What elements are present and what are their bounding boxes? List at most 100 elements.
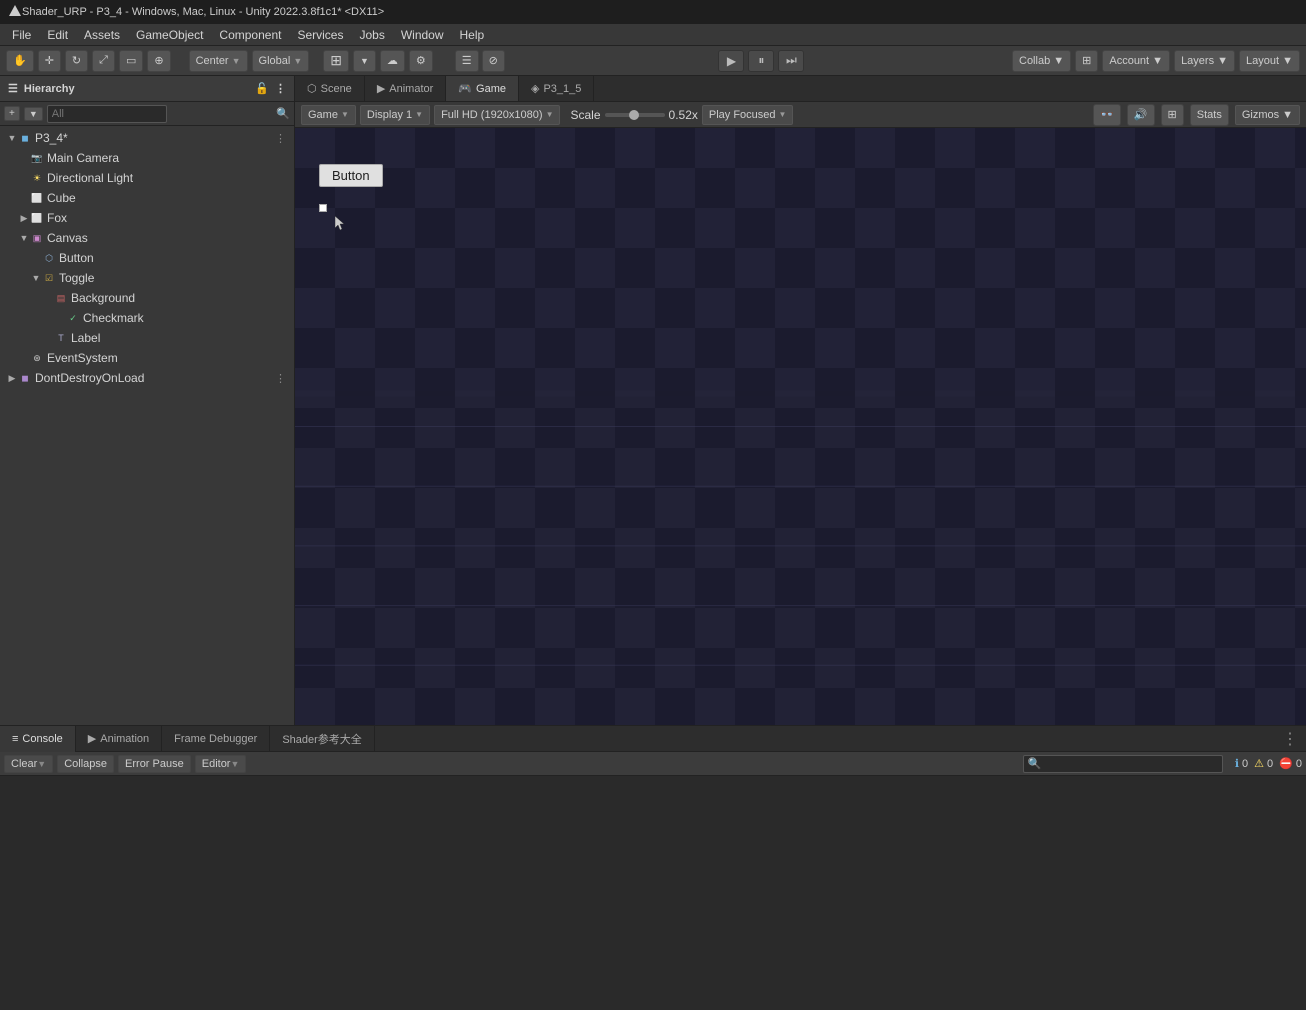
menu-gameobject[interactable]: GameObject [128,26,211,44]
tree-icon-eventsystem: ⊛ [30,351,44,365]
tree-arrow-dontdestroy: ▶ [6,373,18,384]
tree-item-fox[interactable]: ▶ ⬜ Fox [0,208,294,228]
stats-button[interactable]: Stats [1190,104,1229,126]
shader-ref-tab-label: Shader参考大全 [282,731,361,747]
audio-icon[interactable]: 🔊 [1127,104,1155,126]
toolbar-rect-tool[interactable]: ▭ [119,50,143,72]
toolbar-center-button[interactable]: Center ▼ [189,50,248,72]
toolbar-move-tool[interactable]: ✛ [38,50,61,72]
hierarchy-add-button[interactable]: + [4,106,20,121]
editor-dropdown[interactable]: Editor ▼ [195,755,247,773]
resolution-dropdown[interactable]: Full HD (1920x1080) ▼ [434,105,560,125]
scale-slider[interactable] [605,113,665,117]
toolbar-layers-btn[interactable]: Layers ▼ [1174,50,1235,72]
menu-jobs[interactable]: Jobs [351,26,392,44]
collapse-button[interactable]: Collapse [57,755,114,773]
hierarchy-search-input[interactable] [47,105,167,123]
clear-label: Clear [11,758,37,770]
tree-label-eventsystem: EventSystem [47,351,118,365]
tab-game[interactable]: 🎮 Game [446,76,519,101]
tab-animator[interactable]: ▶ Animator [365,76,447,101]
tab-shader-ref[interactable]: Shader参考大全 [270,726,374,752]
tree-icon-toggle: ☑ [42,271,56,285]
toolbar-transform-tool[interactable]: ⊕ [147,50,170,72]
tree-item-root[interactable]: ▼ ◼ P3_4* ⋮ [0,128,294,148]
toolbar-account-btn[interactable]: Account ▼ [1102,50,1170,72]
tree-item-directional-light[interactable]: ▶ ☀ Directional Light [0,168,294,188]
tree-item-background[interactable]: ▶ ▤ Background [0,288,294,308]
clear-button[interactable]: Clear ▼ [4,755,53,773]
error-count-badge: ⛔ 0 [1279,757,1302,770]
console-search-input[interactable] [1023,755,1223,773]
tree-item-button[interactable]: ▶ ⬡ Button [0,248,294,268]
content-area: ⬡ Scene ▶ Animator 🎮 Game ◈ P3_1_5 [295,76,1306,725]
tab-animation[interactable]: ▶ Animation [76,726,162,752]
tab-scene[interactable]: ⬡ Scene [295,76,365,101]
menu-services[interactable]: Services [289,26,351,44]
bottom-tabs-more[interactable]: ⋮ [1274,729,1306,749]
tree-icon-light: ☀ [30,171,44,185]
toolbar-dropdown-1[interactable]: ▼ [353,50,376,72]
stats-label: Stats [1197,109,1222,121]
tree-icon-checkmark: ✓ [66,311,80,325]
play-focused-dropdown[interactable]: Play Focused ▼ [702,105,794,125]
tree-label-background: Background [71,291,135,305]
hierarchy-more-icon[interactable]: ⋮ [275,82,286,95]
middle-row: ☰ Hierarchy 🔓 ⋮ + ▼ 🔍 ▼ ◼ P3_4* [0,76,1306,725]
tab-frame-debugger[interactable]: Frame Debugger [162,726,270,752]
menu-help[interactable]: Help [452,26,493,44]
tree-label-dontdestroy: DontDestroyOnLoad [35,371,144,385]
tree-item-checkmark[interactable]: ▶ ✓ Checkmark [0,308,294,328]
toolbar-extra-2[interactable]: ⊘ [482,50,505,72]
play-focused-arrow-icon: ▼ [779,110,787,119]
frame-debugger-tab-label: Frame Debugger [174,733,257,745]
toolbar-services-btn[interactable]: ⊞ [1075,50,1098,72]
scale-text-label: Scale [570,108,600,122]
step-button[interactable]: ⏭ [778,50,804,72]
tree-item-eventsystem[interactable]: ▶ ⊛ EventSystem [0,348,294,368]
tree-item-toggle[interactable]: ▼ ☑ Toggle [0,268,294,288]
toolbar-settings-icon[interactable]: ⚙ [409,50,433,72]
hierarchy-tree: ▼ ◼ P3_4* ⋮ ▶ 📷 Main Camera ▶ ☀ [0,126,294,725]
game-button-overlay[interactable]: Button [319,164,383,187]
tree-more-dontdestroy[interactable]: ⋮ [271,372,290,385]
toolbar-extra-1[interactable]: ☰ [455,50,479,72]
step-icon: ⏭ [786,53,797,68]
toolbar-global-button[interactable]: Global ▼ [252,50,310,72]
tree-item-cube[interactable]: ▶ ⬜ Cube [0,188,294,208]
toolbar-rotate-tool[interactable]: ↻ [65,50,88,72]
display-dropdown[interactable]: Display 1 ▼ [360,105,430,125]
tab-console[interactable]: ≡ Console [0,726,76,752]
tree-icon-label: T [54,331,68,345]
toolbar-layout-btn[interactable]: Layout ▼ [1239,50,1300,72]
tree-more-root[interactable]: ⋮ [271,132,290,145]
tab-p3-1-5[interactable]: ◈ P3_1_5 [519,76,594,101]
tree-item-canvas[interactable]: ▼ ▣ Canvas [0,228,294,248]
tree-item-label[interactable]: ▶ T Label [0,328,294,348]
menu-edit[interactable]: Edit [39,26,76,44]
toolbar-icon-1[interactable]: ⊞ [323,50,349,72]
tree-item-dontdestroy[interactable]: ▶ ◼ DontDestroyOnLoad ⋮ [0,368,294,388]
menu-component[interactable]: Component [211,26,289,44]
toolbar-hand-tool[interactable]: ✋ [6,50,34,72]
center-label: Center [196,55,229,67]
toolbar-collab-btn[interactable]: Collab ▼ [1012,50,1071,72]
pause-button[interactable]: ⏸ [748,50,774,72]
menu-assets[interactable]: Assets [76,26,128,44]
menu-window[interactable]: Window [393,26,452,44]
grid-icon[interactable]: ⊞ [1161,104,1184,126]
error-pause-button[interactable]: Error Pause [118,755,191,773]
gizmos-dropdown[interactable]: Gizmos ▼ [1235,105,1300,125]
menu-bar: File Edit Assets GameObject Component Se… [0,24,1306,46]
tree-label-camera: Main Camera [47,151,119,165]
toolbar-cloud-icon[interactable]: ☁ [380,50,405,72]
game-mode-dropdown[interactable]: Game ▼ [301,105,356,125]
play-button[interactable]: ▶ [718,50,744,72]
tree-item-main-camera[interactable]: ▶ 📷 Main Camera [0,148,294,168]
toolbar-scale-tool[interactable]: ⤢ [92,50,115,72]
vr-icon[interactable]: 👓 [1093,104,1121,126]
menu-file[interactable]: File [4,26,39,44]
hierarchy-lock-icon[interactable]: 🔓 [255,82,269,95]
animator-tab-label: Animator [389,83,433,95]
hierarchy-dropdown-button[interactable]: ▼ [24,107,43,121]
